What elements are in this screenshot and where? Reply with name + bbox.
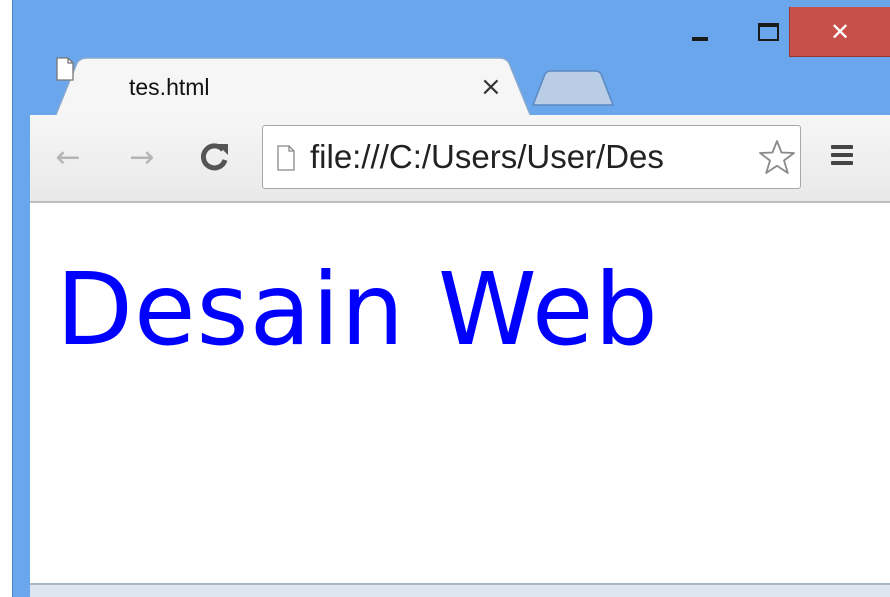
reload-icon — [200, 143, 228, 171]
new-tab-button[interactable] — [531, 70, 615, 106]
reload-button[interactable] — [192, 135, 236, 179]
browser-screen: ✕ tes.html × ← → file:///C:/Users/User/D… — [0, 0, 890, 597]
maximize-icon — [757, 23, 779, 41]
forward-arrow-icon: → — [129, 139, 155, 175]
back-arrow-icon: ← — [55, 139, 81, 175]
page-icon — [277, 145, 295, 171]
back-button[interactable]: ← — [48, 135, 88, 179]
url-text[interactable]: file:///C:/Users/User/Des — [310, 138, 664, 176]
page-icon — [56, 57, 74, 81]
close-button[interactable]: ✕ — [789, 7, 890, 57]
tab-active[interactable]: tes.html × — [55, 57, 531, 117]
tab-shape — [55, 57, 531, 117]
close-icon: ✕ — [829, 17, 851, 46]
new-tab-icon — [531, 70, 615, 106]
star-icon — [759, 140, 795, 174]
menu-icon — [826, 145, 858, 165]
minimize-icon — [692, 37, 708, 41]
tab-close-icon[interactable]: × — [480, 72, 502, 102]
page-heading: Desain Web — [56, 251, 659, 368]
bookmark-star-button[interactable] — [757, 138, 797, 178]
toolbar: ← → file:///C:/Users/User/Des — [30, 115, 890, 203]
address-bar[interactable]: file:///C:/Users/User/Des — [262, 125, 801, 189]
page-content: Desain Web — [30, 203, 890, 583]
menu-button[interactable] — [826, 141, 858, 173]
window-bottom-edge — [30, 583, 890, 597]
forward-button[interactable]: → — [122, 135, 162, 179]
tab-title: tes.html — [129, 74, 210, 100]
minimize-button[interactable] — [675, 7, 725, 57]
